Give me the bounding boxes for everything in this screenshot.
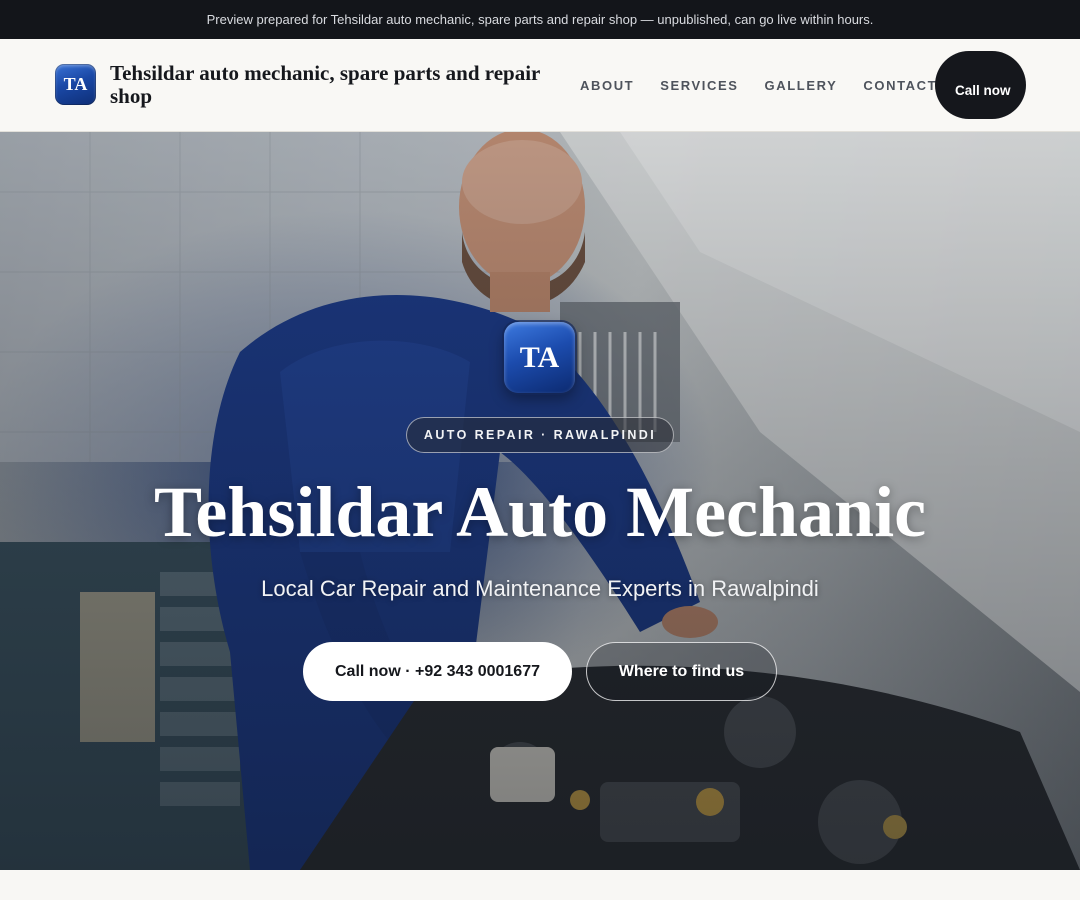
hero-find-us-button[interactable]: Where to find us xyxy=(586,642,777,701)
main-nav: ABOUT SERVICES GALLERY CONTACT xyxy=(580,39,937,131)
hero-category-badge: AUTO REPAIR · RAWALPINDI xyxy=(406,417,674,453)
hero-subtitle: Local Car Repair and Maintenance Experts… xyxy=(261,576,819,601)
hero-logo-initials: TA xyxy=(519,340,560,374)
brand-logo-initials: TA xyxy=(63,74,88,94)
nav-link-contact[interactable]: CONTACT xyxy=(863,78,937,93)
preview-banner-text: Preview prepared for Tehsildar auto mech… xyxy=(206,12,874,27)
hero-call-now-button[interactable]: Call now · +92 343 0001677 xyxy=(303,642,572,701)
hero-badge-text: AUTO REPAIR · RAWALPINDI xyxy=(423,428,657,442)
site-header: TA Tehsildar auto mechanic, spare parts … xyxy=(0,39,1080,132)
nav-link-about[interactable]: ABOUT xyxy=(580,78,634,93)
brand-logo[interactable]: TA xyxy=(55,64,96,105)
preview-banner: Preview prepared for Tehsildar auto mech… xyxy=(0,0,1080,39)
hero-logo: TA xyxy=(504,322,575,393)
header-call-now-button[interactable]: Call now xyxy=(935,51,1026,119)
nav-link-gallery[interactable]: GALLERY xyxy=(765,78,838,93)
hero-title: Tehsildar Auto Mechanic xyxy=(153,472,927,552)
hero-section: TA AUTO REPAIR · RAWALPINDI Tehsildar Au… xyxy=(0,132,1080,870)
next-section-edge xyxy=(0,870,1080,900)
nav-link-services[interactable]: SERVICES xyxy=(660,78,738,93)
brand-name[interactable]: Tehsildar auto mechanic, spare parts and… xyxy=(110,62,580,108)
